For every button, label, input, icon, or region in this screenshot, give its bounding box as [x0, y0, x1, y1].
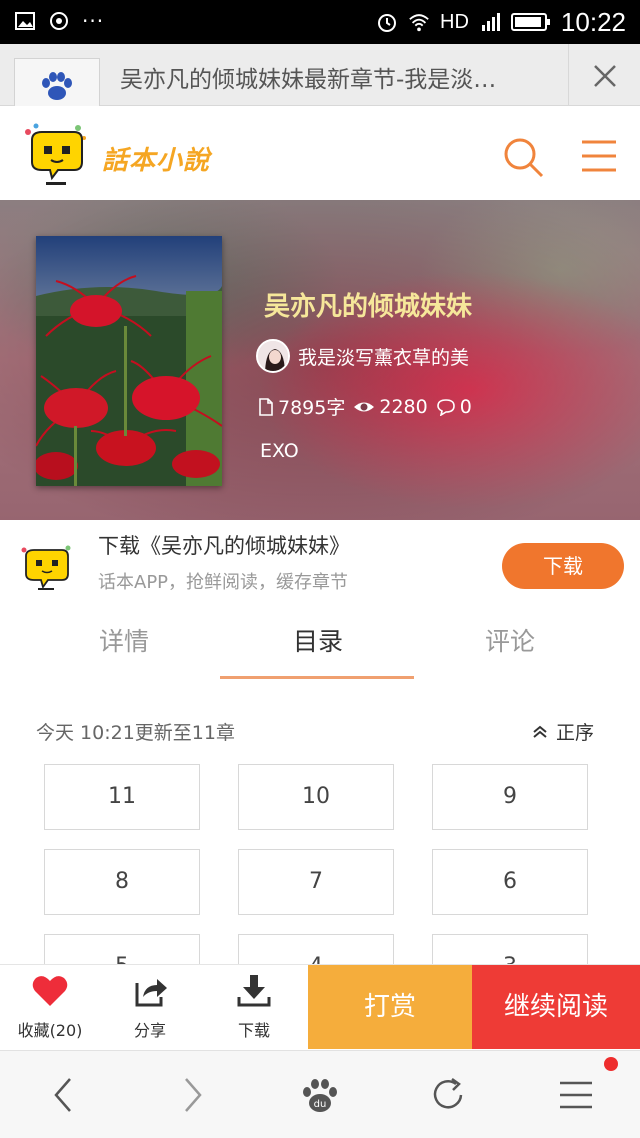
- menu-icon[interactable]: [578, 136, 620, 176]
- continue-reading-button[interactable]: 继续阅读: [472, 965, 640, 1049]
- tab-favicon[interactable]: [14, 58, 100, 106]
- author-avatar[interactable]: [256, 339, 290, 373]
- chapter-button[interactable]: 9: [432, 764, 588, 830]
- browser-tab-bar: 吴亦凡的倾城妹妹最新章节-我是淡…: [0, 44, 640, 106]
- tab-details[interactable]: 详情: [64, 622, 184, 658]
- chapter-button[interactable]: 6: [432, 849, 588, 915]
- tip-button[interactable]: 打赏: [308, 965, 472, 1049]
- close-icon: [594, 65, 616, 87]
- chapter-button[interactable]: 11: [44, 764, 200, 830]
- action-bar: 收藏(20) 分享 下载 打赏 继续阅读: [0, 964, 640, 1049]
- view-count: 2280: [379, 395, 428, 418]
- book-stats: 7895字 2280 0: [258, 393, 472, 420]
- download-banner-title: 下载《吴亦凡的倾城妹妹》: [98, 534, 350, 558]
- share-label: 分享: [133, 1021, 166, 1040]
- book-title: 吴亦凡的倾城妹妹: [264, 292, 473, 322]
- book-hero: 吴亦凡的倾城妹妹 我是淡写薰衣草的美 7895字 2280 0 EXO: [0, 200, 640, 520]
- tab-title[interactable]: 吴亦凡的倾城妹妹最新章节-我是淡…: [120, 60, 560, 94]
- search-icon[interactable]: [500, 134, 546, 180]
- notification-dot: [604, 1057, 618, 1071]
- screen: ··· HD 10:22 吴亦凡的倾城妹妹最新章节-我是淡… 話本小說 吴亦凡的…: [0, 0, 640, 1138]
- share-button[interactable]: 分享: [100, 973, 200, 1041]
- back-icon[interactable]: [44, 1075, 84, 1115]
- comment-icon: [436, 398, 455, 416]
- chapter-button[interactable]: 10: [238, 764, 394, 830]
- download-icon: [237, 975, 271, 1007]
- signal-icon: [481, 13, 500, 31]
- chapter-button[interactable]: 7: [238, 849, 394, 915]
- author-name[interactable]: 我是淡写薰衣草的美: [298, 343, 469, 370]
- speech-bubble-logo-icon: [25, 123, 86, 185]
- download-button[interactable]: 下载: [204, 973, 304, 1041]
- svg-text:du: du: [314, 1099, 327, 1110]
- active-tab-indicator: [220, 676, 414, 679]
- clock: 10:22: [560, 6, 626, 37]
- alarm-icon: [378, 14, 397, 32]
- battery-icon: [510, 13, 550, 31]
- app-logo-icon: [21, 545, 71, 590]
- sort-toggle[interactable]: 正序: [532, 718, 594, 745]
- refresh-icon[interactable]: [428, 1075, 468, 1115]
- sort-label: 正序: [556, 722, 595, 744]
- eye-icon: [354, 402, 375, 411]
- tab-close-button[interactable]: [568, 44, 640, 106]
- author-row[interactable]: 我是淡写薰衣草的美: [256, 338, 469, 374]
- wifi-icon: [409, 14, 429, 32]
- update-info: 今天 10:21更新至11章: [36, 722, 235, 744]
- status-bar: ··· HD 10:22: [0, 0, 640, 44]
- forward-icon[interactable]: [172, 1075, 212, 1115]
- site-header: 話本小說: [0, 106, 640, 200]
- favorite-button[interactable]: 收藏(20): [0, 973, 100, 1041]
- tab-contents[interactable]: 目录: [258, 622, 378, 658]
- favorite-label: 收藏(20): [17, 1021, 83, 1040]
- logo-text: 話本小說: [102, 146, 211, 176]
- word-count: 7895字: [278, 397, 346, 419]
- app-download-banner: 下载《吴亦凡的倾城妹妹》 话本APP，抢鲜阅读，缓存章节 下载: [0, 520, 640, 602]
- cover-image-icon: [36, 236, 222, 486]
- heart-icon: [32, 976, 68, 1006]
- download-banner-subtitle: 话本APP，抢鲜阅读，缓存章节: [98, 572, 349, 593]
- hamburger-icon[interactable]: [556, 1075, 596, 1115]
- sync-icon: [50, 12, 68, 30]
- download-label: 下载: [237, 1021, 270, 1040]
- book-cover[interactable]: [36, 236, 222, 486]
- more-dots: ···: [82, 9, 105, 33]
- avatar-icon: [258, 341, 288, 371]
- toc-header: 今天 10:21更新至11章 正序: [0, 708, 640, 752]
- download-app-button[interactable]: 下载: [502, 543, 624, 589]
- file-icon: [259, 397, 273, 416]
- tab-comments[interactable]: 评论: [450, 622, 570, 658]
- site-logo[interactable]: 話本小說: [18, 116, 228, 192]
- book-tag[interactable]: EXO: [260, 440, 299, 462]
- chapter-button[interactable]: 8: [44, 849, 200, 915]
- comment-count: 0: [459, 395, 472, 418]
- share-icon: [135, 979, 167, 1007]
- chevron-up-icon: [533, 725, 547, 738]
- paw-icon: [42, 72, 72, 100]
- paw-icon[interactable]: du: [300, 1075, 340, 1115]
- book-tabs: 详情 目录 评论: [0, 602, 640, 682]
- network-label: HD: [440, 10, 469, 33]
- browser-nav-bar: du: [0, 1050, 640, 1138]
- gallery-icon: [15, 12, 35, 30]
